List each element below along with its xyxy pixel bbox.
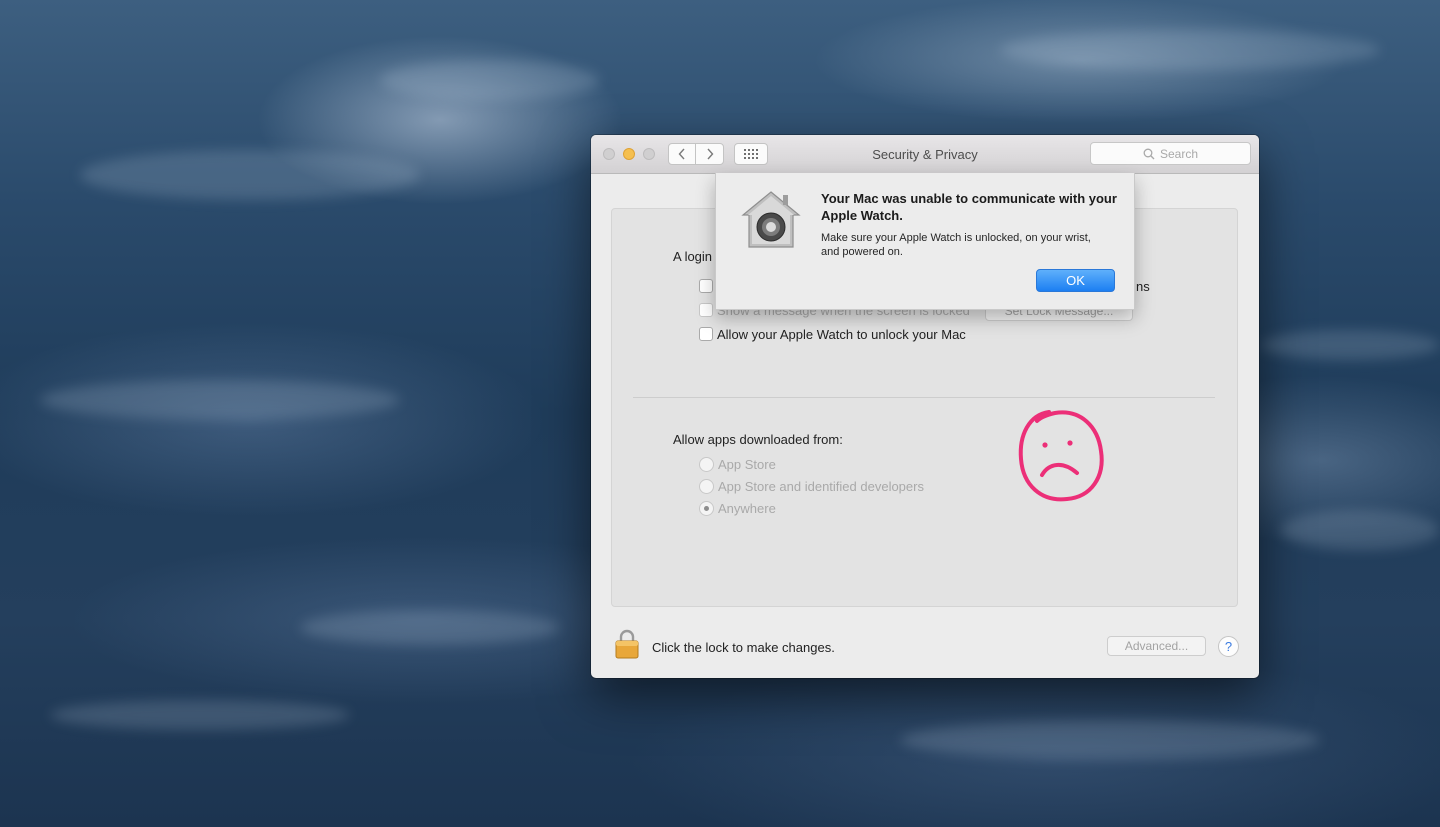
apple-watch-unlock-checkbox[interactable] [699,327,713,341]
search-placeholder: Search [1159,146,1199,161]
radio-anywhere[interactable] [699,501,714,516]
radio-anywhere-label[interactable]: Anywhere [718,501,776,516]
search-field[interactable]: Search [1090,142,1251,165]
login-row-trailing-text: ns [1136,279,1150,294]
sad-face-annotation [1018,410,1104,502]
radio-app-store-label[interactable]: App Store [718,457,776,472]
alert-sheet: Your Mac was unable to communicate with … [715,173,1135,310]
padlock-icon[interactable] [615,629,639,659]
radio-identified-developers[interactable] [699,479,714,494]
alert-message: Make sure your Apple Watch is unlocked, … [821,232,1091,258]
apple-watch-unlock-label[interactable]: Allow your Apple Watch to unlock your Ma… [717,327,966,342]
radio-app-store[interactable] [699,457,714,472]
alert-title: Your Mac was unable to communicate with … [821,191,1117,223]
title-bar: Security & Privacy Search [591,135,1259,174]
allow-apps-heading: Allow apps downloaded from: [673,432,843,447]
radio-identified-developers-label[interactable]: App Store and identified developers [718,479,924,494]
security-house-icon [741,191,801,248]
ok-button[interactable]: OK [1036,269,1115,292]
advanced-button[interactable]: Advanced... [1107,636,1206,656]
show-message-checkbox[interactable] [699,303,713,317]
lock-hint-text: Click the lock to make changes. [652,640,835,655]
help-button[interactable]: ? [1218,636,1239,657]
search-icon [1143,148,1155,159]
section-divider [633,397,1215,398]
login-label: A login [673,249,713,264]
login-password-checkbox[interactable] [699,279,713,293]
